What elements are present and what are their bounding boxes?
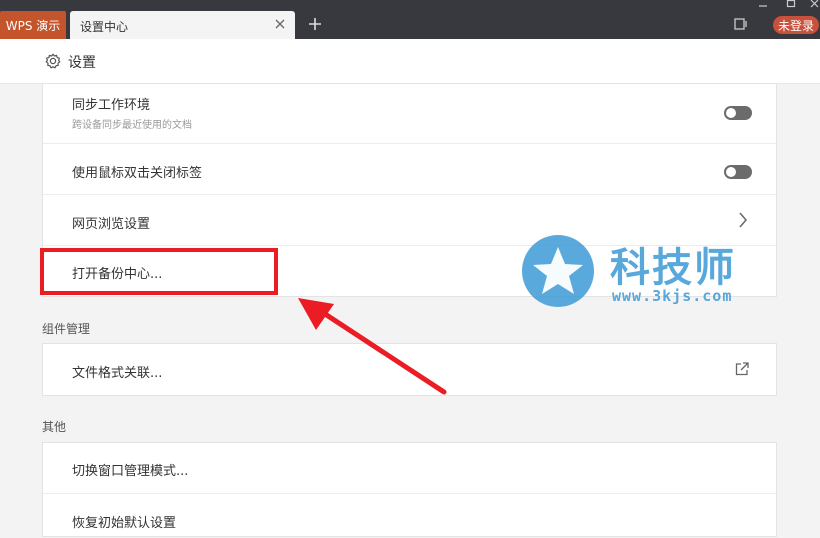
page-title: 设置 [68, 55, 96, 71]
section-title-other: 其他 [42, 420, 67, 434]
switch-window-mode-row[interactable]: 切换窗口管理模式... [43, 443, 776, 494]
minimize-icon[interactable] [757, 0, 769, 10]
tab-wps-presentation[interactable]: WPS 演示 [0, 11, 66, 39]
maximize-icon[interactable] [785, 0, 797, 10]
double-click-close-tab-row[interactable]: 使用鼠标双击关闭标签 [43, 144, 776, 195]
row-label: 同步工作环境 [72, 98, 151, 113]
login-label: 未登录 [777, 18, 814, 33]
close-window-icon[interactable] [810, 0, 820, 10]
restore-defaults-row[interactable]: 恢复初始默认设置 [43, 494, 776, 538]
chevron-right-icon [739, 212, 747, 228]
sync-workspace-row[interactable]: 同步工作环境 跨设备同步最近使用的文档 [43, 84, 776, 144]
tab-label: WPS 演示 [5, 18, 61, 33]
row-label: 恢复初始默认设置 [72, 516, 177, 531]
row-label: 网页浏览设置 [72, 217, 151, 232]
star-logo-icon [522, 235, 594, 307]
close-icon[interactable] [273, 17, 287, 31]
double-click-close-tab-toggle[interactable] [724, 165, 752, 179]
new-tab-icon[interactable] [308, 17, 322, 31]
watermark-logo: 科技师 www.3kjs.com [518, 233, 758, 309]
tab-label: 设置中心 [80, 20, 129, 34]
row-label: 切换窗口管理模式... [72, 464, 189, 479]
row-label: 使用鼠标双击关闭标签 [72, 166, 203, 181]
external-link-icon [735, 362, 749, 376]
window-mode-icon[interactable] [733, 17, 749, 31]
other-card: 切换窗口管理模式... 恢复初始默认设置 [42, 442, 777, 537]
settings-header: 设置 [0, 39, 820, 84]
row-description: 跨设备同步最近使用的文档 [72, 120, 192, 131]
annotation-arrow [298, 298, 447, 395]
gear-icon [45, 53, 61, 69]
section-title-components: 组件管理 [42, 322, 91, 336]
login-button[interactable]: 未登录 [773, 16, 819, 34]
watermark-url: www.3kjs.com [612, 287, 733, 305]
title-bar: WPS 演示 设置中心 未登录 [0, 0, 820, 39]
row-label: 文件格式关联... [72, 366, 163, 381]
tab-settings-center[interactable]: 设置中心 [70, 11, 295, 39]
highlight-box [40, 248, 278, 295]
watermark-brand: 科技师 [610, 245, 736, 291]
sync-workspace-toggle[interactable] [724, 106, 752, 120]
